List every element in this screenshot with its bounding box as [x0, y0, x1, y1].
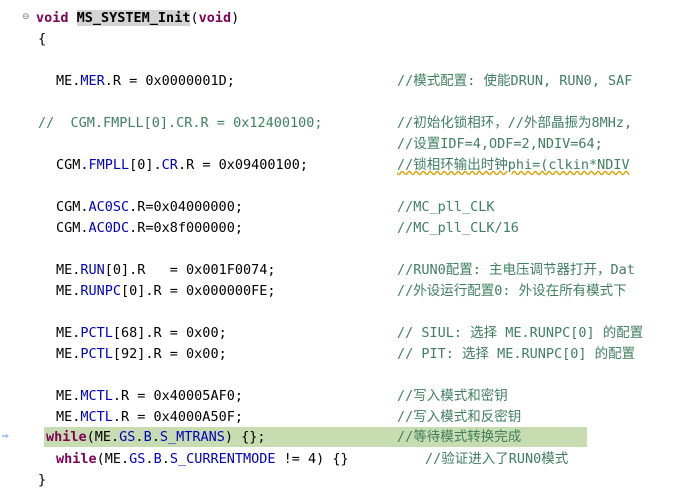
collapse-icon[interactable]: ⊖	[22, 12, 30, 22]
comment-wait-mode: //验证进入了RUN0模式	[425, 451, 569, 467]
code-line-ac0sc[interactable]: CGM.AC0SC.R=0x04000000;	[56, 197, 243, 217]
code-line-wait-mode[interactable]: while(ME.GS.B.S_CURRENTMODE != 4) {}	[56, 449, 349, 469]
comment-mctl-invkey: //写入模式和反密钥	[397, 409, 522, 425]
code-line-1[interactable]: void MS_SYSTEM_Init(void)	[36, 8, 239, 28]
code-line-fmpll[interactable]: CGM.FMPLL[0].CR.R = 0x09400100;	[56, 155, 308, 175]
code-line-ac0dc[interactable]: CGM.AC0DC.R=0x8f000000;	[56, 218, 243, 238]
current-line-arrow-icon: ⇨	[2, 429, 9, 442]
comment-mctl-key: //写入模式和密钥	[397, 388, 508, 404]
code-line-wait-mtrans[interactable]: while(ME.GS.B.S_MTRANS) {};	[46, 427, 266, 447]
code-line-close[interactable]: }	[38, 470, 46, 490]
code-line-pctl92[interactable]: ME.PCTL[92].R = 0x00;	[56, 344, 227, 364]
code-line-runpc[interactable]: ME.RUNPC[0].R = 0x000000FE;	[56, 281, 275, 301]
function-name: MS_SYSTEM_Init	[76, 10, 191, 26]
comment-mer: //模式配置: 使能DRUN, RUN0, SAF	[397, 73, 633, 89]
editor-ruler[interactable]	[0, 0, 18, 492]
comment-ac0sc: //MC_pll_CLK	[397, 199, 495, 215]
comment-ac0dc: //MC_pll_CLK/16	[397, 220, 519, 236]
comment-siul: // SIUL: 选择 ME.RUNPC[0] 的配置	[397, 325, 644, 341]
code-line-2[interactable]: {	[38, 29, 46, 49]
comment-wait-mtrans: //等待模式转换完成	[397, 429, 522, 445]
comment-run0: //RUN0配置: 主电压调节器打开，Dat	[397, 262, 635, 278]
comment-phi: //锁相环输出时钟phi=(clkin*NDIV	[397, 157, 630, 173]
code-line-pctl68[interactable]: ME.PCTL[68].R = 0x00;	[56, 323, 227, 343]
code-line-run0[interactable]: ME.RUN[0].R = 0x001F0074;	[56, 260, 275, 280]
code-editor[interactable]: ⊖ ⇨ void MS_SYSTEM_Init(void) { ME.MER.R…	[0, 0, 686, 492]
comment-runpc: //外设运行配置0: 外设在所有模式下	[397, 283, 627, 299]
code-line-mctl-key[interactable]: ME.MCTL.R = 0x40005AF0;	[56, 386, 243, 406]
code-line-fmpll-commented[interactable]: // CGM.FMPLL[0].CR.R = 0x12400100;	[38, 113, 322, 133]
comment-idf: //设置IDF=4,ODF=2,NDIV=64;	[397, 136, 603, 152]
code-line-mctl-invkey[interactable]: ME.MCTL.R = 0x4000A50F;	[56, 407, 243, 427]
comment-fmpll-init: //初始化锁相环，//外部晶振为8MHz,	[397, 115, 633, 131]
comment-pit: // PIT: 选择 ME.RUNPC[0] 的配置	[397, 346, 636, 362]
code-line-mer[interactable]: ME.MER.R = 0x0000001D;	[56, 71, 235, 91]
